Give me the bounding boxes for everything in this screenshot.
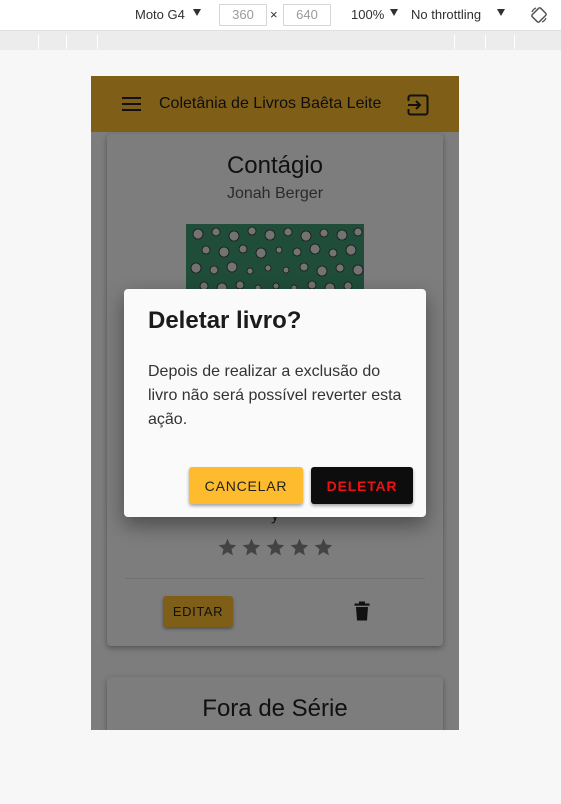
device-select[interactable]: Moto G4 [135,7,185,22]
cancel-button[interactable]: CANCELAR [189,467,303,504]
zoom-select[interactable]: 100% [351,7,384,22]
throttling-caret-icon[interactable] [497,9,505,16]
dialog-title: Deletar livro? [148,307,302,334]
zoom-caret-icon[interactable] [390,9,398,16]
viewport-width-input[interactable]: 360 [219,4,267,26]
rotate-icon[interactable] [530,6,548,24]
devtools-ruler [0,30,561,50]
delete-button[interactable]: DELETAR [311,467,413,504]
dimension-separator: × [270,7,278,22]
dialog-message: Depois de realizar a exclusão do livro n… [148,363,402,428]
viewport-height-input[interactable]: 640 [283,4,331,26]
delete-dialog: Deletar livro? Depois de realizar a excl… [124,289,426,517]
device-caret-icon[interactable] [193,9,201,16]
devtools-device-toolbar: Moto G4 360 × 640 100% No throttling [0,0,561,30]
throttling-select[interactable]: No throttling [411,7,481,22]
